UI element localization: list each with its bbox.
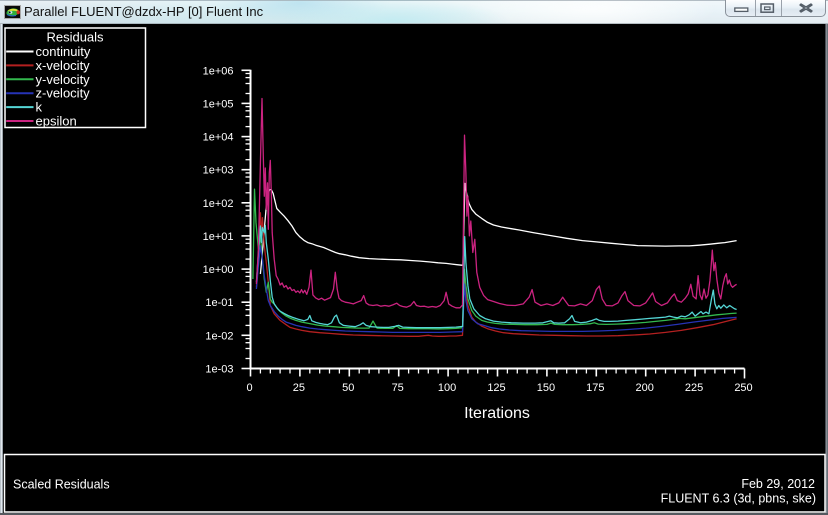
svg-text:epsilon: epsilon [36,114,77,129]
svg-text:1e-03: 1e-03 [205,364,233,376]
svg-text:Feb 29, 2012: Feb 29, 2012 [741,477,815,491]
svg-text:k: k [36,100,43,115]
svg-text:Scaled Residuals: Scaled Residuals [13,478,110,492]
svg-text:125: 125 [487,382,505,394]
svg-text:x-velocity: x-velocity [36,58,91,73]
svg-text:FLUENT 6.3 (3d, pbns, ske): FLUENT 6.3 (3d, pbns, ske) [661,492,816,506]
svg-text:175: 175 [586,382,604,394]
svg-text:z-velocity: z-velocity [36,86,91,101]
svg-text:25: 25 [293,382,305,394]
svg-text:1e+06: 1e+06 [203,65,234,77]
svg-text:1e+02: 1e+02 [203,198,234,210]
svg-text:Residuals: Residuals [46,30,104,45]
svg-text:1e-02: 1e-02 [205,330,233,342]
svg-text:200: 200 [636,382,654,394]
svg-text:1e-01: 1e-01 [205,297,233,309]
svg-text:50: 50 [342,382,354,394]
svg-text:y-velocity: y-velocity [36,72,91,87]
svg-text:250: 250 [734,382,752,394]
svg-text:continuity: continuity [36,44,91,59]
svg-text:150: 150 [537,382,555,394]
svg-text:0: 0 [246,382,252,394]
svg-text:Iterations: Iterations [464,405,530,422]
svg-text:100: 100 [438,382,456,394]
svg-text:1e+04: 1e+04 [203,132,234,144]
svg-text:225: 225 [685,382,703,394]
svg-text:1e+01: 1e+01 [203,231,234,243]
svg-text:1e+05: 1e+05 [203,98,234,110]
svg-text:1e+00: 1e+00 [203,264,234,276]
svg-text:1e+03: 1e+03 [203,165,234,177]
svg-text:75: 75 [392,382,404,394]
